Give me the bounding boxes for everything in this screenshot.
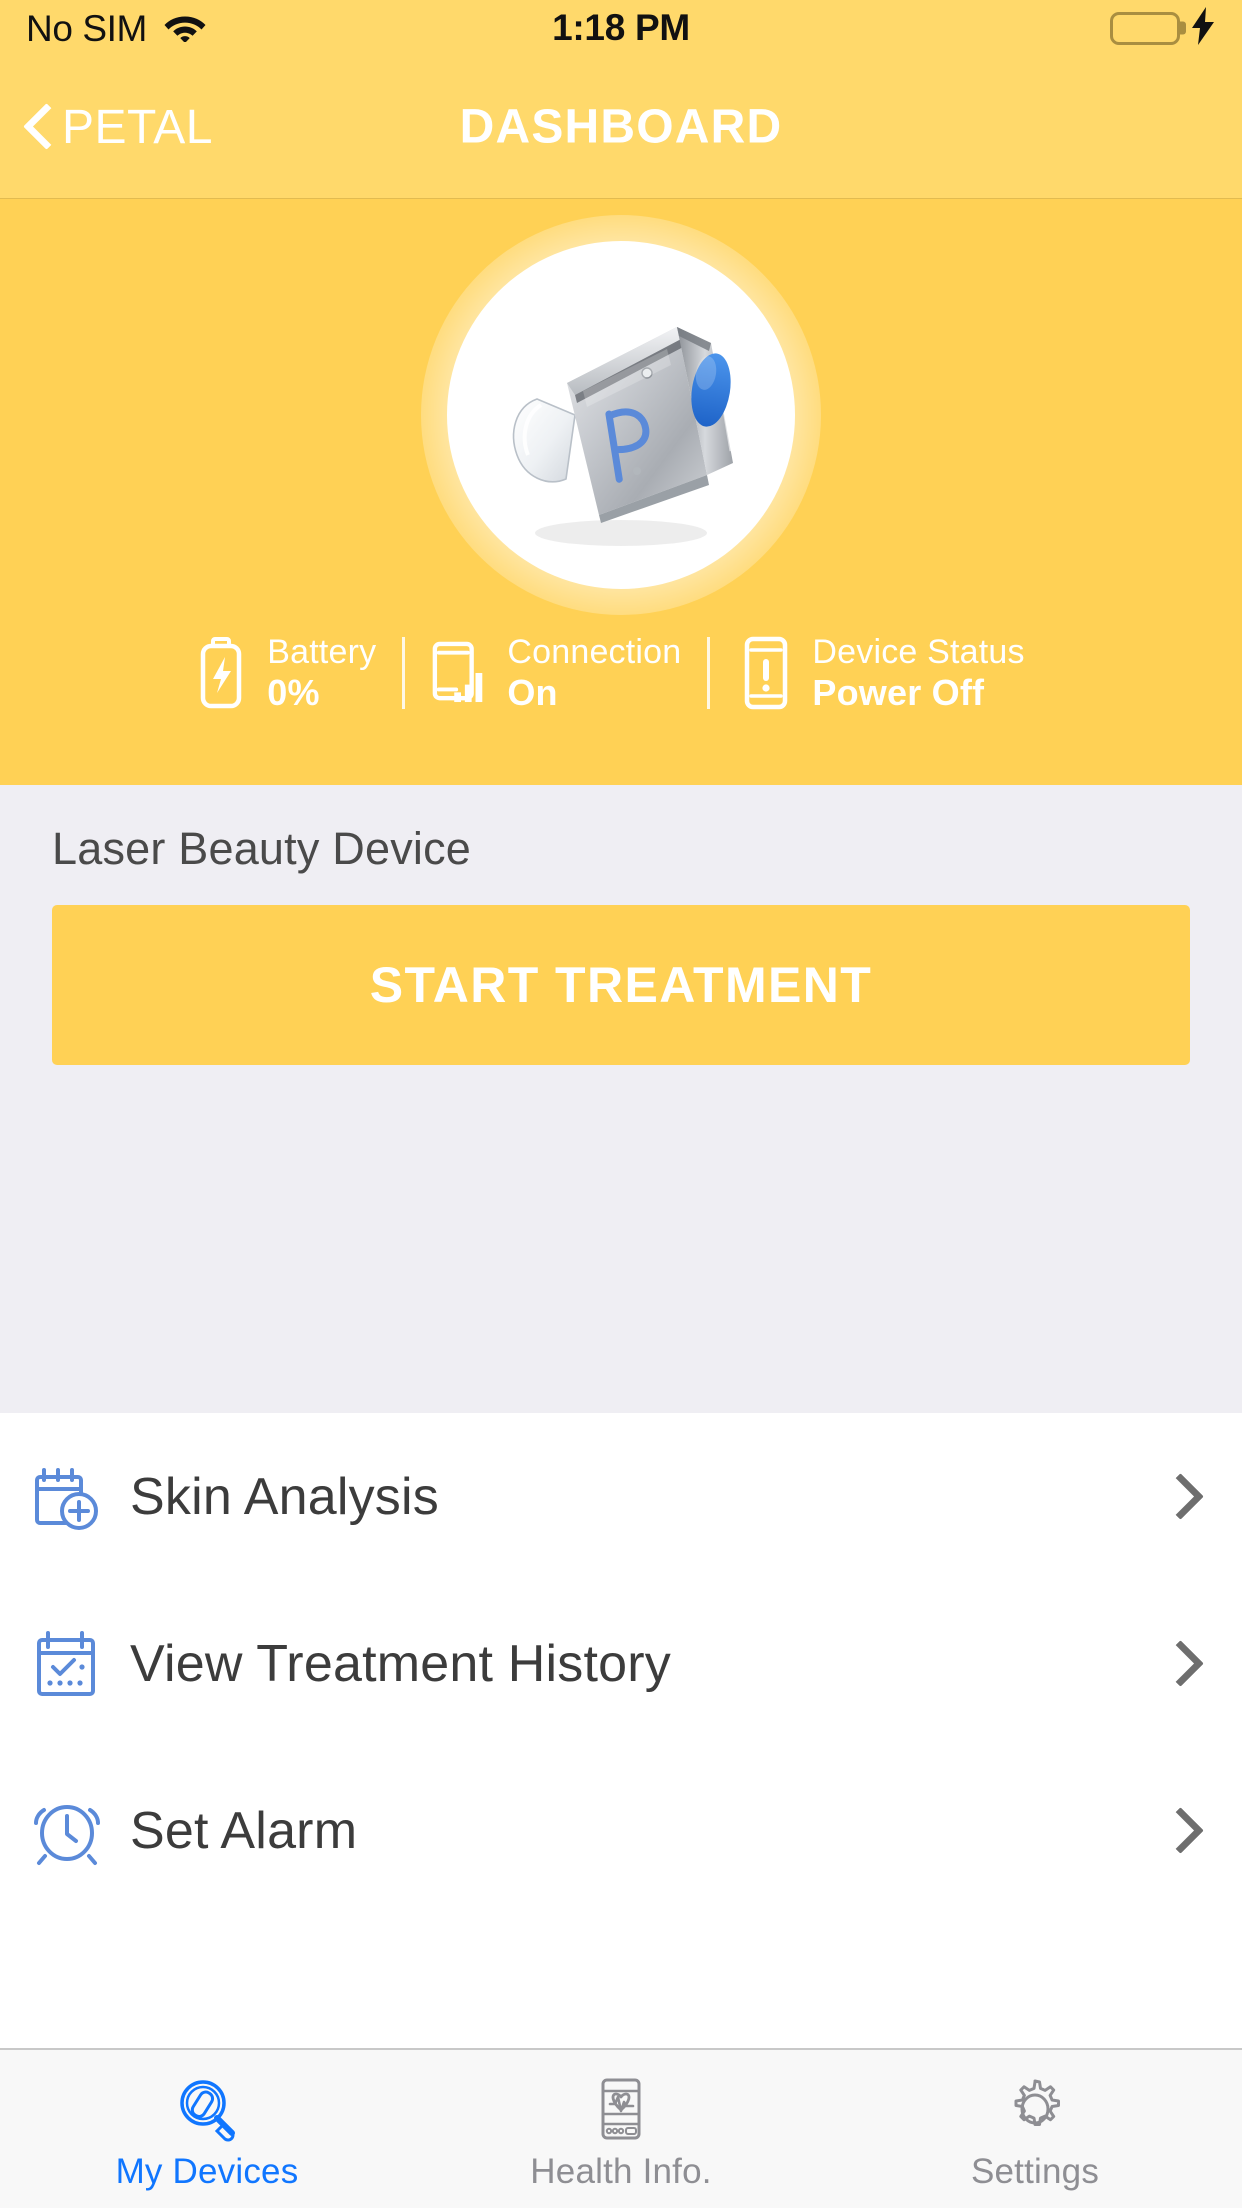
menu-item-label: Set Alarm [130, 1801, 358, 1860]
tab-health-info[interactable]: Health Info. [414, 2050, 828, 2208]
tab-settings[interactable]: Settings [828, 2050, 1242, 2208]
device-alert-icon [736, 635, 796, 711]
battery-label: Battery [267, 632, 377, 671]
menu-list: Skin Analysis View Treatment History Set… [0, 1413, 1242, 1914]
clock-label: 1:18 PM [552, 7, 690, 48]
menu-item-treatment-history[interactable]: View Treatment History [0, 1580, 1242, 1747]
app-screen: No SIM 1:18 PM PETAL DASHBOARD Battery 0… [0, 0, 1242, 2208]
tab-bar: My Devices Health Info. Settings [0, 2048, 1242, 2208]
chevron-right-icon [1162, 1467, 1198, 1527]
calendar-plus-icon [28, 1458, 106, 1536]
alarm-clock-icon [28, 1792, 106, 1870]
device-name-label: Laser Beauty Device [52, 823, 472, 874]
menu-item-set-alarm[interactable]: Set Alarm [0, 1747, 1242, 1914]
device-status-strip: Battery 0% Connection On Device Status P… [0, 633, 1242, 713]
status-item-text: Connection On [507, 633, 681, 713]
status-bar-left: No SIM [26, 9, 406, 47]
menu-item-skin-analysis[interactable]: Skin Analysis [0, 1413, 1242, 1580]
status-item-connection: Connection On [405, 633, 707, 713]
treatment-section: Laser Beauty Device START TREATMENT [0, 785, 1242, 1413]
status-bar: No SIM 1:18 PM [0, 0, 1242, 56]
device-image-container [421, 215, 821, 615]
battery-value: 0% [267, 671, 320, 713]
nav-bar: PETAL DASHBOARD [0, 56, 1242, 199]
wifi-icon [163, 9, 207, 47]
battery-charging-icon [191, 635, 251, 711]
calendar-check-icon [28, 1625, 106, 1703]
tab-label: Health Info. [530, 2152, 712, 2191]
status-item-device-status: Device Status Power Off [710, 633, 1050, 713]
status-bar-center: 1:18 PM [406, 7, 836, 49]
tab-label: My Devices [115, 2152, 299, 2191]
laser-beauty-device-image [512, 327, 733, 546]
start-treatment-button[interactable]: START TREATMENT [52, 905, 1190, 1065]
device-status-value: Power Off [812, 671, 985, 713]
connection-value: On [507, 671, 558, 713]
carrier-label: No SIM [26, 7, 147, 49]
menu-item-label: Skin Analysis [130, 1467, 439, 1526]
hero-section: Battery 0% Connection On Device Status P… [0, 199, 1242, 785]
device-search-icon [172, 2072, 242, 2146]
menu-item-label: View Treatment History [130, 1634, 671, 1693]
chevron-right-icon [1162, 1634, 1198, 1694]
page-title: DASHBOARD [459, 100, 783, 154]
device-signal-icon [431, 635, 491, 711]
tab-label: Settings [970, 2152, 1100, 2191]
battery-full-icon [1110, 11, 1180, 45]
chevron-right-icon [1162, 1801, 1198, 1861]
status-bar-right [836, 6, 1216, 50]
health-monitor-icon [586, 2072, 656, 2146]
connection-label: Connection [507, 632, 682, 671]
status-item-battery: Battery 0% [191, 633, 402, 713]
status-item-text: Device Status Power Off [812, 633, 1024, 713]
device-status-label: Device Status [812, 632, 1025, 671]
gear-icon [1000, 2072, 1070, 2146]
tab-my-devices[interactable]: My Devices [0, 2050, 414, 2208]
status-item-text: Battery 0% [267, 633, 376, 713]
lightning-bolt-icon [1190, 6, 1216, 50]
